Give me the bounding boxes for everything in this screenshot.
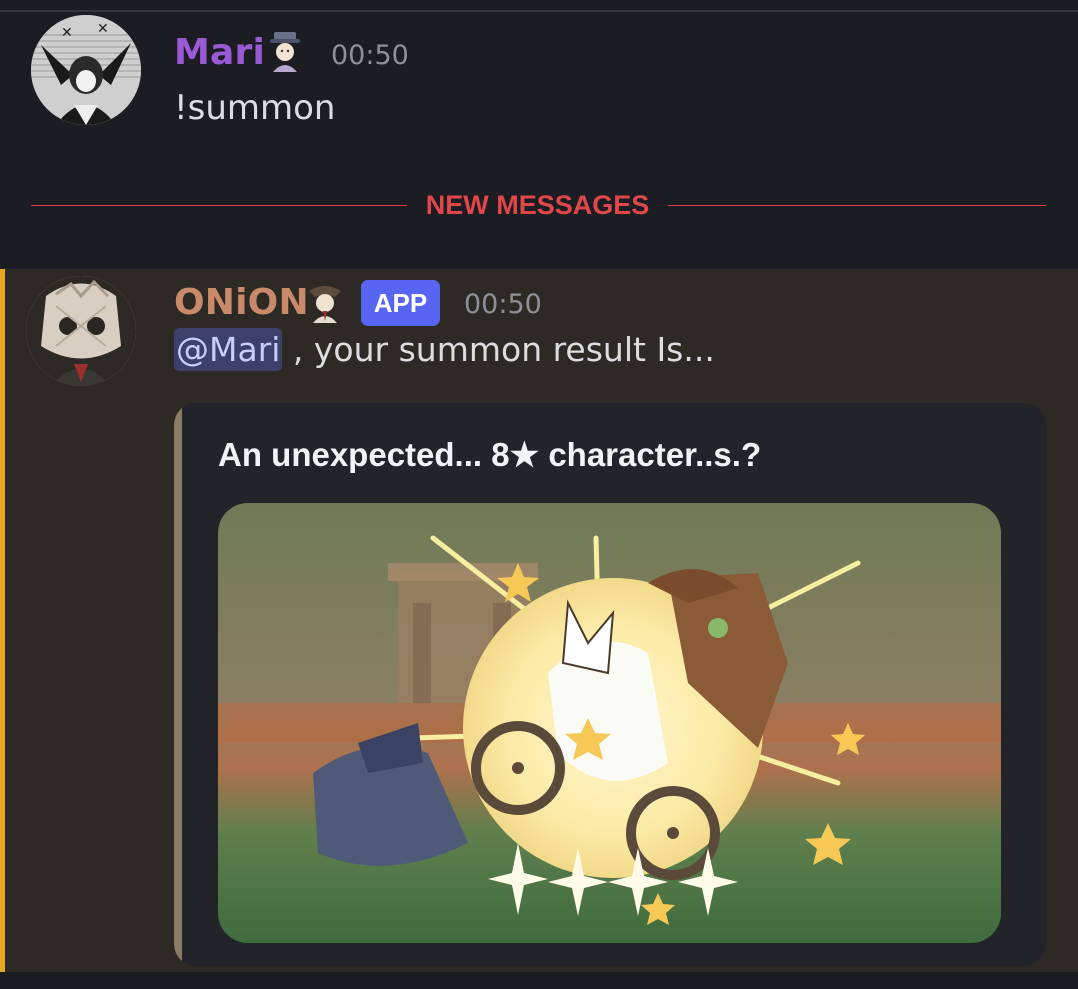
top-divider: [0, 0, 1078, 12]
summon-illustration-icon: [218, 503, 1001, 943]
divider-line-left: [31, 205, 407, 206]
author-name-onion[interactable]: ONiON: [174, 282, 309, 323]
message-timestamp: 00:50: [464, 289, 542, 320]
embed-accent-bar: [174, 403, 182, 966]
svg-text:✕: ✕: [61, 25, 73, 41]
summon-result-image[interactable]: [218, 503, 1001, 943]
svg-text:✕: ✕: [97, 21, 109, 37]
message-content: !summon: [174, 88, 336, 128]
bottom-divider: [0, 972, 1078, 989]
mention-highlight-bar: [0, 269, 5, 972]
bot-avatar[interactable]: [26, 276, 136, 386]
divider-line-right: [668, 205, 1046, 206]
avatar-illustration-icon: ✕ ✕: [31, 15, 141, 125]
message-timestamp: 00:50: [331, 40, 409, 71]
message-text: , your summon result Is...: [282, 330, 715, 369]
new-messages-label: NEW MESSAGES: [425, 190, 650, 220]
author-name-mari[interactable]: Mari: [174, 32, 265, 73]
avatar-illustration-icon: [26, 276, 136, 386]
message-content: @Mari , your summon result Is...: [174, 328, 715, 371]
message-embed: An unexpected... 8★ character..s.?: [174, 403, 1046, 966]
embed-title: An unexpected... 8★ character..s.?: [218, 436, 762, 473]
user-avatar[interactable]: ✕ ✕: [31, 15, 141, 125]
person-emoji-icon: [305, 281, 345, 323]
person-emoji-icon: [265, 30, 305, 72]
new-messages-divider: NEW MESSAGES: [31, 186, 1046, 226]
app-badge: APP: [361, 280, 440, 326]
user-mention[interactable]: @Mari: [174, 328, 283, 371]
